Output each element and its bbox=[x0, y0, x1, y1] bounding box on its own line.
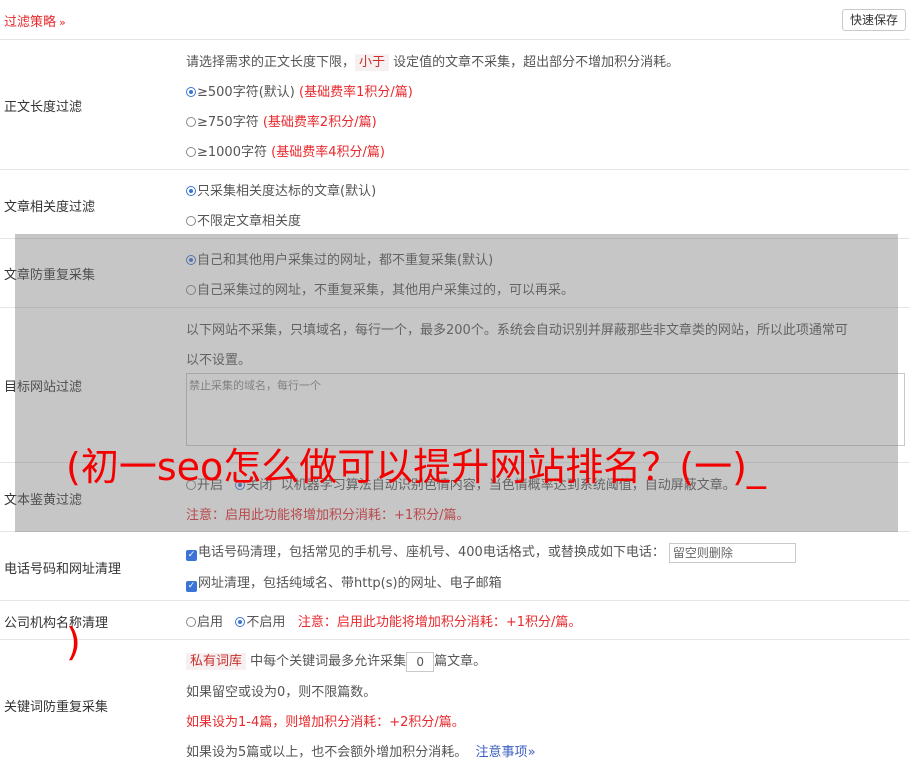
option-text: 电话号码清理，包括常见的手机号、座机号、400电话格式，或替换成如下电话： bbox=[198, 545, 665, 560]
relevance-filter-label: 文章相关度过滤 bbox=[4, 200, 96, 215]
option-text: 不限定文章相关度 bbox=[197, 214, 302, 229]
option-text: ≥500字符(默认) bbox=[197, 85, 295, 100]
chevron-down-icon: » bbox=[59, 16, 66, 29]
length-filter-desc: 请选择需求的正文长度下限， 小于 设定值的文章不采集，超出部分不增加积分消耗。 bbox=[186, 51, 680, 71]
option-note: (基础费率2积分/篇) bbox=[262, 115, 377, 130]
less-than-tag: 小于 bbox=[355, 54, 390, 71]
keyword-line-4: 如果设为5篇或以上，也不会额外增加积分消耗。 注意事项» bbox=[186, 741, 536, 760]
relevance-option-2[interactable]: 不限定文章相关度 bbox=[186, 210, 301, 229]
notice-text: 注意事项 bbox=[475, 745, 528, 760]
radio-selected-icon[interactable] bbox=[186, 186, 196, 196]
checkbox-checked-icon[interactable]: ✓ bbox=[186, 581, 197, 592]
line-text: 篇文章。 bbox=[434, 654, 487, 669]
length-filter-row: 正文长度过滤 请选择需求的正文长度下限， 小于 设定值的文章不采集，超出部分不增加… bbox=[0, 40, 910, 170]
private-lexicon-tag[interactable]: 私有词库 bbox=[186, 653, 247, 670]
org-off-option[interactable]: 不启用 bbox=[235, 615, 285, 630]
org-filter-note: 注意：启用此功能将增加积分消耗：+1积分/篇。 bbox=[297, 615, 582, 630]
phone-filter-row: 电话号码和网址清理 ✓ 电话号码清理，包括常见的手机号、座机号、400电话格式，或… bbox=[0, 532, 910, 601]
option-text: ≥750字符 bbox=[197, 115, 259, 130]
notice-link[interactable]: 注意事项» bbox=[476, 745, 536, 760]
replace-phone-input[interactable]: 留空则删除 bbox=[668, 542, 796, 563]
filter-header: 过滤策略» 快速保存 bbox=[0, 0, 910, 40]
chevron-down-icon: » bbox=[527, 745, 536, 760]
radio-selected-icon[interactable] bbox=[235, 617, 246, 627]
length-option-750[interactable]: ≥750字符 (基础费率2积分/篇) bbox=[186, 111, 377, 130]
org-on-option[interactable]: 启用 bbox=[186, 615, 223, 630]
radio-icon[interactable] bbox=[186, 117, 196, 127]
org-filter-row: 公司机构名称清理 启用 不启用 注意：启用此功能将增加积分消耗：+1积分/篇。 bbox=[0, 601, 910, 640]
radio-icon[interactable] bbox=[186, 216, 196, 226]
relevance-option-1[interactable]: 只采集相关度达标的文章(默认) bbox=[186, 180, 376, 199]
line-text: 中每个关键词最多允许采集 bbox=[250, 654, 407, 669]
option-text: 启用 bbox=[197, 615, 224, 630]
option-text: ≥1000字符 bbox=[197, 145, 267, 160]
option-note: (基础费率1积分/篇) bbox=[299, 85, 413, 100]
watermark-title: (初一seo怎么做可以提升网站排名？(一)_ bbox=[66, 445, 766, 489]
radio-icon[interactable] bbox=[186, 617, 196, 627]
keyword-filter-label: 关键词防重复采集 bbox=[4, 700, 109, 715]
line-text: 如果设为5篇或以上，也不会额外增加积分消耗。 bbox=[186, 745, 468, 760]
length-filter-label: 正文长度过滤 bbox=[4, 100, 83, 115]
radio-selected-icon[interactable] bbox=[186, 87, 196, 97]
keyword-limit-line: 私有词库 中每个关键词最多允许采集 0 篇文章。 bbox=[186, 650, 486, 672]
filter-title: 过滤策略 bbox=[4, 15, 57, 30]
keyword-limit-input[interactable]: 0 bbox=[406, 651, 435, 672]
filter-title-toggle[interactable]: 过滤策略» bbox=[4, 11, 66, 30]
radio-icon[interactable] bbox=[186, 147, 196, 157]
org-filter-label: 公司机构名称清理 bbox=[4, 616, 109, 631]
keyword-line-3: 如果设为1-4篇，则增加积分消耗：+2积分/篇。 bbox=[186, 715, 465, 730]
phone-clean-option[interactable]: ✓ 电话号码清理，包括常见的手机号、座机号、400电话格式，或替换成如下电话： 留空… bbox=[186, 541, 796, 563]
quick-save-button[interactable]: 快速保存 bbox=[841, 9, 906, 31]
option-text: 不启用 bbox=[246, 615, 286, 630]
phone-filter-label: 电话号码和网址清理 bbox=[4, 562, 122, 577]
watermark-title-end: ) bbox=[66, 620, 81, 664]
option-note: (基础费率4积分/篇) bbox=[271, 145, 385, 160]
org-filter-options: 启用 不启用 注意：启用此功能将增加积分消耗：+1积分/篇。 bbox=[186, 611, 581, 630]
checkbox-checked-icon[interactable]: ✓ bbox=[186, 550, 197, 561]
desc-post: 设定值的文章不采集，超出部分不增加积分消耗。 bbox=[393, 55, 680, 70]
keyword-line-2: 如果留空或设为0，则不限篇数。 bbox=[186, 685, 377, 700]
keyword-filter-row: 关键词防重复采集 私有词库 中每个关键词最多允许采集 0 篇文章。 如果留空或设为0… bbox=[0, 640, 910, 768]
length-option-500[interactable]: ≥500字符(默认) (基础费率1积分/篇) bbox=[186, 81, 413, 100]
desc-pre: 请选择需求的正文长度下限， bbox=[186, 55, 356, 70]
url-clean-option[interactable]: ✓ 网址清理，包括纯域名、带http(s)的网址、电子邮箱 bbox=[186, 572, 502, 592]
length-option-1000[interactable]: ≥1000字符 (基础费率4积分/篇) bbox=[186, 141, 385, 160]
relevance-filter-row: 文章相关度过滤 只采集相关度达标的文章(默认) 不限定文章相关度 bbox=[0, 170, 910, 239]
option-text: 网址清理，包括纯域名、带http(s)的网址、电子邮箱 bbox=[198, 576, 502, 591]
option-text: 只采集相关度达标的文章(默认) bbox=[197, 184, 377, 199]
